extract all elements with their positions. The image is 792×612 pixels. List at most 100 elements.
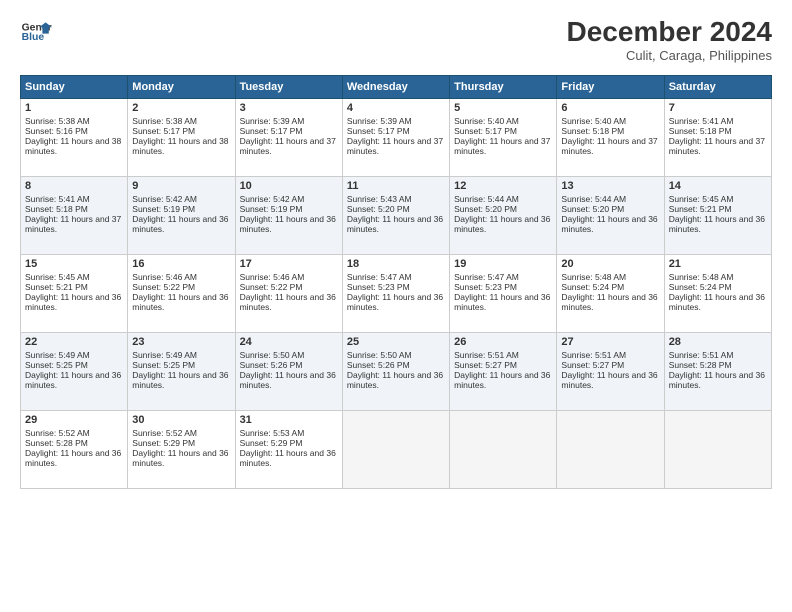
- day-number: 17: [240, 258, 338, 270]
- sunset: Sunset: 5:28 PM: [25, 438, 88, 448]
- sunrise: Sunrise: 5:40 AM: [561, 116, 626, 126]
- day-number: 20: [561, 258, 659, 270]
- sunset: Sunset: 5:16 PM: [25, 126, 88, 136]
- column-header-friday: Friday: [557, 76, 664, 99]
- sunset: Sunset: 5:20 PM: [561, 204, 624, 214]
- sunset: Sunset: 5:25 PM: [25, 360, 88, 370]
- sunrise: Sunrise: 5:48 AM: [561, 272, 626, 282]
- sunset: Sunset: 5:21 PM: [669, 204, 732, 214]
- sunrise: Sunrise: 5:42 AM: [240, 194, 305, 204]
- calendar-cell: 20 Sunrise: 5:48 AM Sunset: 5:24 PM Dayl…: [557, 255, 664, 333]
- sunset: Sunset: 5:24 PM: [561, 282, 624, 292]
- calendar-cell: 7 Sunrise: 5:41 AM Sunset: 5:18 PM Dayli…: [664, 99, 771, 177]
- daylight: Daylight: 11 hours and 36 minutes.: [347, 214, 443, 234]
- calendar-page: General Blue December 2024 Culit, Caraga…: [0, 0, 792, 612]
- daylight: Daylight: 11 hours and 38 minutes.: [132, 136, 228, 156]
- sunset: Sunset: 5:22 PM: [132, 282, 195, 292]
- daylight: Daylight: 11 hours and 36 minutes.: [132, 370, 228, 390]
- day-number: 24: [240, 336, 338, 348]
- daylight: Daylight: 11 hours and 36 minutes.: [25, 370, 121, 390]
- day-number: 14: [669, 180, 767, 192]
- calendar-cell: 16 Sunrise: 5:46 AM Sunset: 5:22 PM Dayl…: [128, 255, 235, 333]
- day-number: 11: [347, 180, 445, 192]
- day-number: 21: [669, 258, 767, 270]
- calendar-cell: 1 Sunrise: 5:38 AM Sunset: 5:16 PM Dayli…: [21, 99, 128, 177]
- sunset: Sunset: 5:17 PM: [240, 126, 303, 136]
- sunrise: Sunrise: 5:52 AM: [132, 428, 197, 438]
- sunrise: Sunrise: 5:50 AM: [347, 350, 412, 360]
- logo: General Blue: [20, 16, 52, 48]
- calendar-cell: [342, 411, 449, 489]
- calendar-cell: 6 Sunrise: 5:40 AM Sunset: 5:18 PM Dayli…: [557, 99, 664, 177]
- day-number: 7: [669, 102, 767, 114]
- week-row-1: 1 Sunrise: 5:38 AM Sunset: 5:16 PM Dayli…: [21, 99, 772, 177]
- daylight: Daylight: 11 hours and 36 minutes.: [240, 292, 336, 312]
- daylight: Daylight: 11 hours and 37 minutes.: [25, 214, 121, 234]
- sunrise: Sunrise: 5:47 AM: [347, 272, 412, 282]
- day-number: 28: [669, 336, 767, 348]
- daylight: Daylight: 11 hours and 36 minutes.: [669, 370, 765, 390]
- sunset: Sunset: 5:19 PM: [132, 204, 195, 214]
- sunset: Sunset: 5:20 PM: [347, 204, 410, 214]
- daylight: Daylight: 11 hours and 36 minutes.: [454, 292, 550, 312]
- day-number: 8: [25, 180, 123, 192]
- calendar-cell: 29 Sunrise: 5:52 AM Sunset: 5:28 PM Dayl…: [21, 411, 128, 489]
- day-number: 23: [132, 336, 230, 348]
- calendar-cell: 10 Sunrise: 5:42 AM Sunset: 5:19 PM Dayl…: [235, 177, 342, 255]
- sunrise: Sunrise: 5:38 AM: [25, 116, 90, 126]
- calendar-cell: 4 Sunrise: 5:39 AM Sunset: 5:17 PM Dayli…: [342, 99, 449, 177]
- day-number: 18: [347, 258, 445, 270]
- daylight: Daylight: 11 hours and 36 minutes.: [669, 292, 765, 312]
- calendar-cell: 11 Sunrise: 5:43 AM Sunset: 5:20 PM Dayl…: [342, 177, 449, 255]
- calendar-cell: 27 Sunrise: 5:51 AM Sunset: 5:27 PM Dayl…: [557, 333, 664, 411]
- sunset: Sunset: 5:23 PM: [454, 282, 517, 292]
- day-number: 13: [561, 180, 659, 192]
- sunset: Sunset: 5:26 PM: [240, 360, 303, 370]
- day-number: 25: [347, 336, 445, 348]
- calendar-cell: 14 Sunrise: 5:45 AM Sunset: 5:21 PM Dayl…: [664, 177, 771, 255]
- column-header-tuesday: Tuesday: [235, 76, 342, 99]
- day-number: 15: [25, 258, 123, 270]
- location: Culit, Caraga, Philippines: [567, 48, 772, 63]
- column-header-sunday: Sunday: [21, 76, 128, 99]
- calendar-cell: 24 Sunrise: 5:50 AM Sunset: 5:26 PM Dayl…: [235, 333, 342, 411]
- day-number: 26: [454, 336, 552, 348]
- sunrise: Sunrise: 5:45 AM: [669, 194, 734, 204]
- week-row-4: 22 Sunrise: 5:49 AM Sunset: 5:25 PM Dayl…: [21, 333, 772, 411]
- day-number: 4: [347, 102, 445, 114]
- calendar-cell: 31 Sunrise: 5:53 AM Sunset: 5:29 PM Dayl…: [235, 411, 342, 489]
- day-number: 16: [132, 258, 230, 270]
- calendar-cell: 23 Sunrise: 5:49 AM Sunset: 5:25 PM Dayl…: [128, 333, 235, 411]
- title-block: December 2024 Culit, Caraga, Philippines: [567, 16, 772, 63]
- sunset: Sunset: 5:24 PM: [669, 282, 732, 292]
- day-number: 6: [561, 102, 659, 114]
- daylight: Daylight: 11 hours and 36 minutes.: [240, 448, 336, 468]
- daylight: Daylight: 11 hours and 36 minutes.: [132, 214, 228, 234]
- sunset: Sunset: 5:27 PM: [561, 360, 624, 370]
- calendar-cell: 26 Sunrise: 5:51 AM Sunset: 5:27 PM Dayl…: [450, 333, 557, 411]
- daylight: Daylight: 11 hours and 36 minutes.: [454, 370, 550, 390]
- daylight: Daylight: 11 hours and 36 minutes.: [347, 370, 443, 390]
- calendar-cell: 13 Sunrise: 5:44 AM Sunset: 5:20 PM Dayl…: [557, 177, 664, 255]
- calendar-cell: 25 Sunrise: 5:50 AM Sunset: 5:26 PM Dayl…: [342, 333, 449, 411]
- daylight: Daylight: 11 hours and 36 minutes.: [132, 448, 228, 468]
- daylight: Daylight: 11 hours and 36 minutes.: [25, 448, 121, 468]
- day-number: 22: [25, 336, 123, 348]
- sunrise: Sunrise: 5:49 AM: [132, 350, 197, 360]
- daylight: Daylight: 11 hours and 36 minutes.: [347, 292, 443, 312]
- week-row-3: 15 Sunrise: 5:45 AM Sunset: 5:21 PM Dayl…: [21, 255, 772, 333]
- day-number: 1: [25, 102, 123, 114]
- column-header-saturday: Saturday: [664, 76, 771, 99]
- calendar-cell: 17 Sunrise: 5:46 AM Sunset: 5:22 PM Dayl…: [235, 255, 342, 333]
- sunset: Sunset: 5:27 PM: [454, 360, 517, 370]
- daylight: Daylight: 11 hours and 36 minutes.: [240, 214, 336, 234]
- sunset: Sunset: 5:17 PM: [454, 126, 517, 136]
- day-number: 29: [25, 414, 123, 426]
- sunset: Sunset: 5:19 PM: [240, 204, 303, 214]
- sunset: Sunset: 5:18 PM: [669, 126, 732, 136]
- sunset: Sunset: 5:17 PM: [132, 126, 195, 136]
- daylight: Daylight: 11 hours and 37 minutes.: [454, 136, 550, 156]
- sunrise: Sunrise: 5:52 AM: [25, 428, 90, 438]
- sunset: Sunset: 5:17 PM: [347, 126, 410, 136]
- calendar-table: SundayMondayTuesdayWednesdayThursdayFrid…: [20, 75, 772, 489]
